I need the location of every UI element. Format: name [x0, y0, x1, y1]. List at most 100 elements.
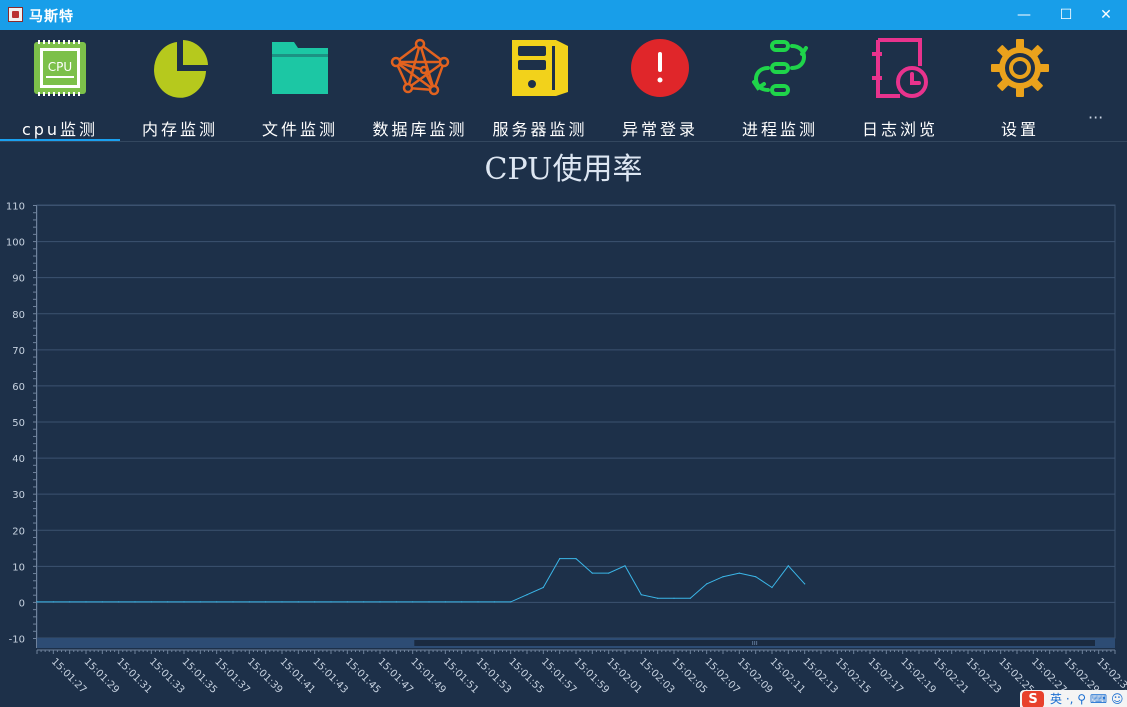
tool-database-monitor[interactable]: 数据库监测	[360, 30, 480, 142]
tool-memory-monitor[interactable]: 内存监测	[120, 30, 240, 142]
svg-text:CPU: CPU	[48, 60, 72, 74]
data-point	[608, 572, 610, 574]
y-tick-label: -10	[9, 635, 25, 646]
tool-label: 内存监测	[141, 120, 218, 139]
cpu-icon: CPU	[34, 40, 86, 96]
minimize-button[interactable]: —	[1003, 0, 1045, 30]
data-point	[771, 586, 773, 589]
tool-file-monitor[interactable]: 文件监测	[240, 30, 360, 142]
data-point	[379, 601, 381, 603]
chart-title: CPU使用率	[484, 152, 643, 187]
data-point	[624, 565, 626, 567]
data-point	[738, 572, 740, 574]
y-tick-label: 100	[6, 238, 25, 249]
data-point	[281, 601, 283, 603]
gear-icon	[991, 39, 1049, 97]
tool-label: 日志浏览	[861, 120, 938, 139]
tool-log-browse[interactable]: 日志浏览	[840, 30, 960, 142]
data-point	[265, 601, 267, 603]
data-point	[722, 576, 724, 578]
data-point	[657, 597, 659, 599]
y-tick-label: 50	[12, 418, 25, 429]
tool-cpu-monitor[interactable]: CPU cpu监测	[0, 30, 120, 142]
data-point	[428, 601, 430, 603]
data-point	[689, 597, 691, 599]
folder-icon	[272, 42, 328, 94]
y-tick-label: 60	[12, 382, 25, 393]
data-point	[248, 601, 250, 603]
data-point	[493, 601, 495, 603]
data-point	[461, 601, 463, 603]
maximize-button[interactable]: ☐	[1045, 0, 1087, 30]
ime-status-text: 英 ·, ⚲ ⌨ ☺	[1050, 692, 1124, 706]
tool-label: cpu监测	[21, 120, 99, 139]
data-point	[150, 601, 152, 603]
close-button[interactable]: ✕	[1085, 0, 1127, 30]
tool-server-monitor[interactable]: 服务器监测	[480, 30, 600, 142]
cpu-usage-series-line	[37, 558, 806, 603]
y-tick-label: 110	[6, 202, 25, 213]
data-point	[673, 597, 675, 599]
data-point	[314, 601, 316, 603]
tool-label: 文件监测	[261, 120, 338, 139]
data-point	[640, 594, 642, 596]
y-tick-label: 90	[12, 274, 25, 285]
toolbar-divider	[0, 141, 1127, 142]
data-point	[591, 572, 593, 574]
cpu-usage-chart: -100102030405060708090100110 15:01:2715:…	[6, 202, 1127, 696]
tool-settings[interactable]: 设置	[960, 30, 1080, 142]
tool-process-monitor[interactable]: 进程监测	[720, 30, 840, 142]
y-tick-label: 80	[12, 310, 25, 321]
y-tick-label: 70	[12, 346, 25, 357]
data-point	[134, 601, 136, 603]
data-point	[363, 601, 365, 603]
data-point	[69, 601, 71, 603]
server-icon	[512, 40, 568, 96]
tool-label: 服务器监测	[492, 120, 588, 139]
data-point	[526, 594, 528, 596]
y-tick-label: 20	[12, 526, 25, 537]
y-tick-label: 40	[12, 454, 25, 465]
data-point	[412, 601, 414, 603]
y-tick-label: 30	[12, 490, 25, 501]
data-point	[395, 601, 397, 603]
data-point	[346, 601, 348, 603]
data-point	[787, 565, 789, 567]
data-point	[199, 601, 201, 603]
data-point	[510, 601, 512, 603]
tool-label: 异常登录	[621, 120, 698, 139]
data-point	[118, 601, 120, 603]
data-point	[101, 601, 103, 603]
data-point	[216, 601, 218, 603]
log-clock-icon	[872, 38, 928, 98]
data-point	[575, 558, 577, 560]
module-toolbar: CPU cpu监测 内存监测 文件监测 数据库监测 服务器监测 异常登录 进程监…	[0, 30, 1127, 142]
ime-logo-icon: S	[1022, 691, 1044, 707]
network-icon	[390, 38, 450, 96]
data-point	[755, 576, 757, 578]
data-point	[167, 601, 169, 603]
y-tick-label: 0	[19, 598, 25, 609]
data-point	[706, 583, 708, 585]
data-point	[559, 558, 561, 560]
data-point	[477, 601, 479, 603]
data-point	[183, 601, 185, 603]
pie-chart-icon	[154, 40, 208, 98]
title-bar: 马斯特 — ☐ ✕	[0, 0, 1127, 30]
window-title: 马斯特	[29, 9, 74, 25]
tool-label: 进程监测	[741, 120, 818, 139]
alert-icon	[631, 39, 689, 97]
data-point	[36, 601, 38, 603]
data-point	[297, 601, 299, 603]
app-logo-icon	[8, 7, 23, 22]
process-icon	[752, 40, 808, 96]
ime-status-badge[interactable]: S 英 ·, ⚲ ⌨ ☺	[1020, 690, 1127, 707]
tool-label: 数据库监测	[372, 120, 468, 139]
data-point	[804, 583, 806, 585]
data-point	[330, 601, 332, 603]
tool-label: 设置	[1000, 120, 1039, 139]
data-point	[52, 601, 54, 603]
more-menu-button[interactable]: ···	[1088, 108, 1103, 127]
data-point	[444, 601, 446, 603]
tool-abnormal-login[interactable]: 异常登录	[600, 30, 720, 142]
